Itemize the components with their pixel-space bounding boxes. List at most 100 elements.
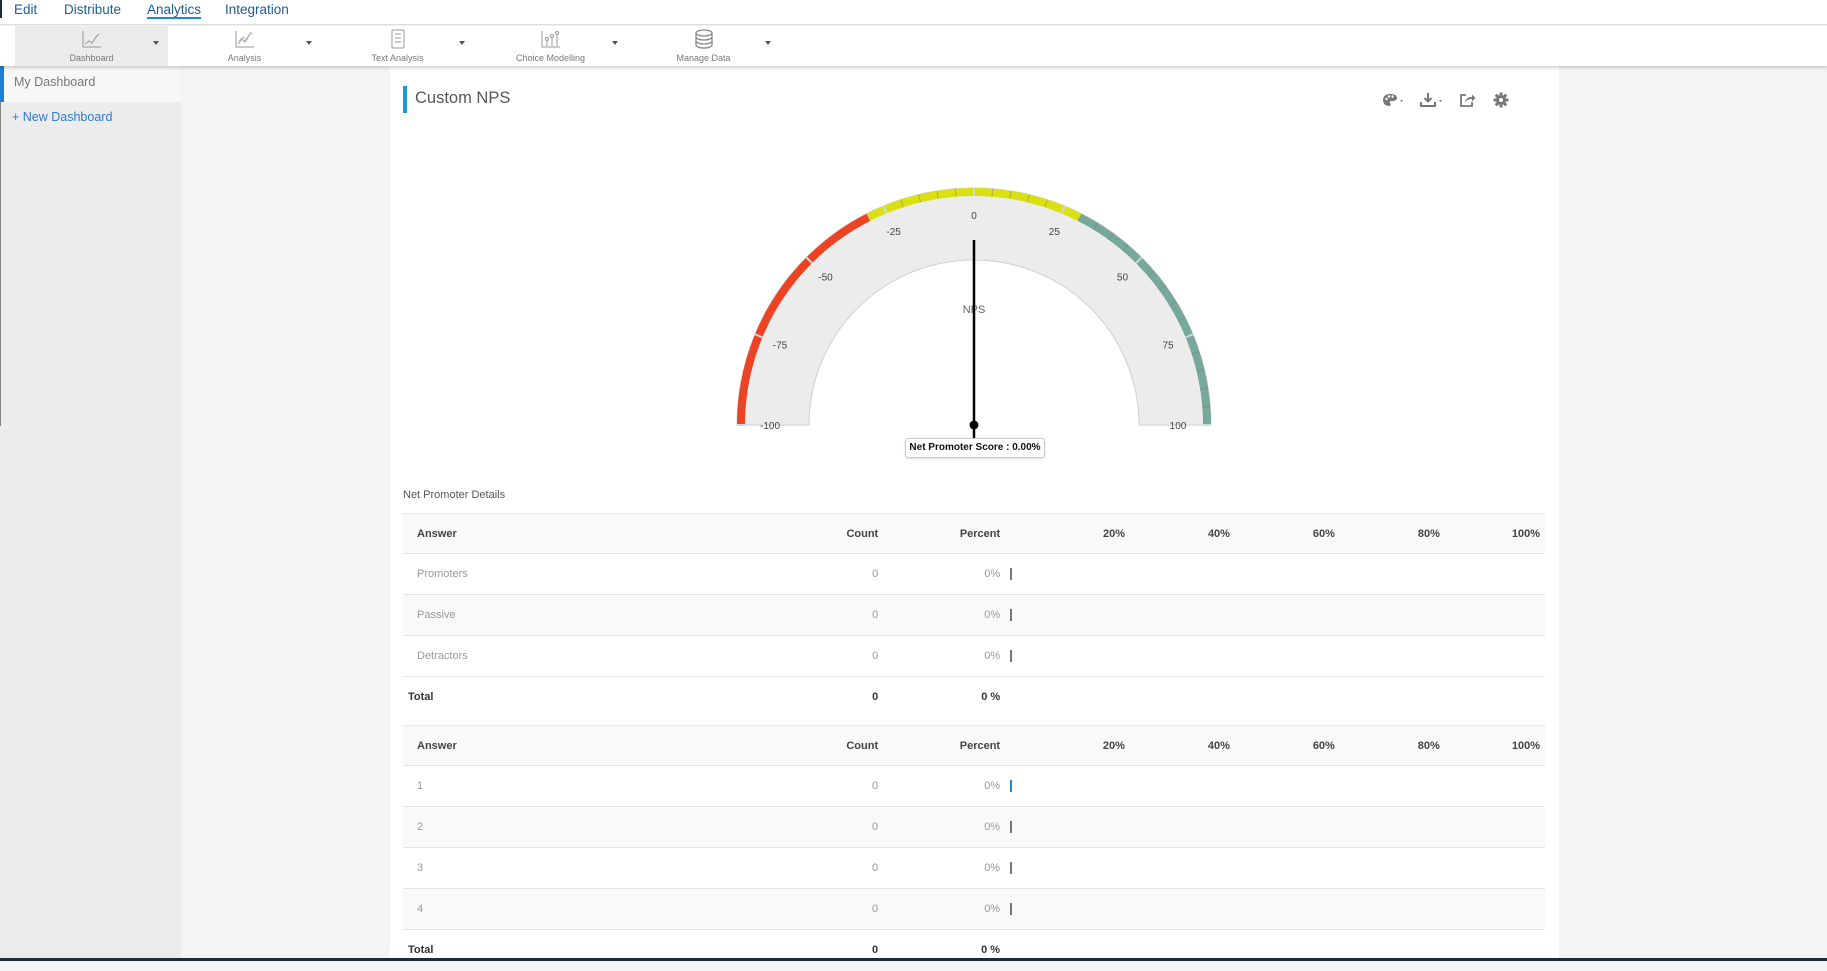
percent-bar	[1010, 780, 1013, 793]
toolbar-manage-data[interactable]: Manage Data	[627, 26, 780, 66]
answer-cell: 4	[403, 888, 819, 930]
top-navigation: Edit Distribute Analytics Integration	[0, 0, 1827, 25]
gauge-tick-label: -25	[886, 227, 901, 238]
new-dashboard-link[interactable]: + New Dashboard	[0, 102, 181, 138]
nps-summary-table: Answer Count Percent 20% 40% 60% 80% 100…	[403, 513, 1545, 718]
details-section-label: Net Promoter Details	[403, 489, 506, 501]
toolbar-analysis[interactable]: Analysis	[168, 26, 321, 66]
chevron-down-icon[interactable]	[459, 41, 465, 45]
percent-cell: 0%	[878, 888, 1001, 930]
percent-bar	[1010, 862, 1013, 875]
gauge-tick-label: -100	[760, 421, 780, 432]
total-label: Total	[408, 944, 434, 957]
gauge-minor-tick	[1202, 405, 1211, 408]
table-header-row: Answer Count Percent 20% 40% 60% 80% 100…	[403, 725, 1545, 766]
answer-cell: 1	[403, 765, 819, 807]
total-row: Total 0 0 %	[403, 677, 1545, 718]
percent-cell: 0%	[878, 806, 1001, 848]
column-header-percent: Percent	[878, 513, 1001, 554]
answer-cell: Passive	[403, 594, 819, 636]
count-cell: 0	[818, 553, 879, 595]
gauge-tick-label: 75	[1162, 341, 1174, 352]
count-cell: 0	[818, 847, 879, 889]
percent-cell: 0%	[878, 594, 1001, 636]
gauge-tick-label: 25	[1049, 227, 1061, 238]
scale-100: 100%	[1439, 513, 1545, 554]
table-row: 3 0 0%	[403, 847, 1545, 889]
total-label: Total	[408, 691, 434, 704]
total-percent: 0 %	[981, 691, 1001, 704]
percent-cell: 0%	[878, 635, 1001, 677]
nps-widget-card: Custom NPS -100-75-50-250255075100 NPS N…	[390, 66, 1559, 959]
toolbar-dashboard[interactable]: Dashboard	[15, 26, 168, 66]
column-header-answer: Answer	[403, 513, 819, 554]
answer-cell: Detractors	[403, 635, 819, 677]
text-document-icon	[391, 29, 404, 49]
nav-analytics[interactable]: Analytics	[147, 2, 201, 17]
gauge-minor-tick	[954, 188, 957, 197]
column-header-count: Count	[818, 513, 879, 554]
table-row: 1 0 0%	[403, 765, 1545, 807]
scale-20: 20%	[1019, 725, 1125, 766]
toolbar-label: Analysis	[227, 53, 262, 63]
toolbar-choice-modelling[interactable]: Choice Modelling	[474, 26, 627, 66]
scale-80: 80%	[1334, 725, 1440, 766]
chevron-down-icon[interactable]	[153, 41, 159, 45]
scale-20: 20%	[1020, 513, 1126, 554]
sidebar-item-my-dashboard[interactable]: My Dashboard	[0, 66, 181, 102]
table-row: 4 0 0%	[403, 888, 1545, 930]
nps-score-table: Answer Count Percent 20% 40% 60% 80% 100…	[403, 725, 1545, 971]
column-header-answer: Answer	[403, 725, 819, 766]
table-header-row: Answer Count Percent 20% 40% 60% 80% 100…	[403, 513, 1545, 554]
table-row: Passive 0 0%	[403, 594, 1545, 636]
scale-80: 80%	[1334, 513, 1440, 554]
count-cell: 0	[818, 635, 879, 677]
table-row: Detractors 0 0%	[403, 635, 1545, 677]
toolbar-label: Manage Data	[676, 53, 731, 63]
percent-cell: 0%	[878, 765, 1001, 807]
dashboard-sidebar: My Dashboard + New Dashboard	[0, 66, 181, 961]
gauge-tick-label: -50	[818, 273, 833, 284]
toolbar-label: Choice Modelling	[515, 53, 586, 63]
gauge-minor-tick	[737, 405, 746, 408]
chevron-down-icon[interactable]	[306, 41, 312, 45]
column-header-percent: Percent	[878, 725, 1001, 766]
chevron-down-icon[interactable]	[765, 41, 771, 45]
percent-bar	[1010, 568, 1013, 581]
column-header-count: Count	[818, 725, 879, 766]
percent-cell: 0%	[878, 553, 1001, 595]
total-percent: 0 %	[981, 944, 1001, 957]
count-cell: 0	[818, 765, 879, 807]
line-chart-icon	[82, 31, 101, 48]
percent-bar	[1010, 650, 1013, 663]
total-row: Total 0 0 %	[403, 930, 1545, 971]
database-icon	[694, 29, 713, 49]
table-row: Promoters 0 0%	[403, 553, 1545, 595]
chevron-down-icon[interactable]	[612, 41, 618, 45]
nav-edit[interactable]: Edit	[14, 2, 37, 17]
scale-60: 60%	[1229, 513, 1335, 554]
table-row: 2 0 0%	[403, 806, 1545, 848]
scale-60: 60%	[1229, 725, 1335, 766]
count-cell: 0	[818, 806, 879, 848]
scale-40: 40%	[1124, 725, 1230, 766]
module-toolbar: Dashboard Analysis Text Analysis Choice …	[0, 26, 1827, 66]
nav-distribute[interactable]: Distribute	[64, 2, 121, 17]
nps-gauge-chart: -100-75-50-250255075100 NPS	[736, 187, 1212, 441]
scale-100: 100%	[1439, 725, 1545, 766]
gauge-minor-tick	[991, 188, 994, 197]
total-count: 0	[872, 944, 879, 957]
count-cell: 0	[818, 888, 879, 930]
answer-cell: Promoters	[403, 553, 819, 595]
nps-score-tooltip: Net Promoter Score : 0.00%	[905, 438, 1045, 458]
percent-bar	[1010, 609, 1013, 622]
nav-integration[interactable]: Integration	[225, 2, 289, 17]
answer-cell: 3	[403, 847, 819, 889]
count-cell: 0	[818, 594, 879, 636]
percent-bar	[1010, 821, 1013, 834]
gauge-tick-label: -75	[773, 341, 788, 352]
toolbar-label: Dashboard	[69, 53, 114, 63]
window-edge	[0, 0, 2, 18]
toolbar-text-analysis[interactable]: Text Analysis	[321, 26, 474, 66]
total-count: 0	[872, 691, 879, 704]
